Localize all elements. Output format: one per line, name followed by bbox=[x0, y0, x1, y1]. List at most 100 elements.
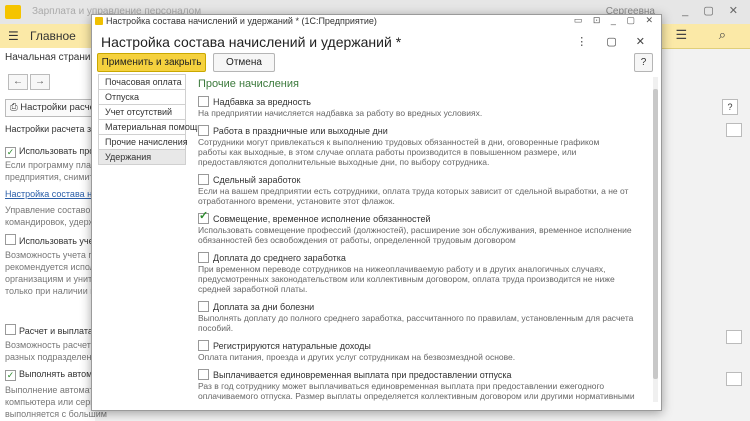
bg-right-control-3[interactable] bbox=[726, 372, 742, 386]
bg-right-control-2[interactable] bbox=[726, 330, 742, 344]
nav-item[interactable]: Почасовая оплата bbox=[98, 74, 186, 90]
bg-line-label: Выполнять автомат bbox=[19, 369, 102, 379]
menu-icon[interactable]: ☰ bbox=[8, 29, 19, 43]
printer-icon: ⎙ bbox=[10, 102, 21, 113]
option-checkbox-row[interactable]: Надбавка за вредность bbox=[198, 96, 643, 108]
option-label: Надбавка за вредность bbox=[213, 97, 311, 107]
option-item: Совмещение, временное исполнение обязанн… bbox=[198, 210, 643, 245]
forward-icon[interactable]: → bbox=[30, 74, 50, 90]
app-window-controls[interactable]: _ ▢ ✕ bbox=[682, 4, 744, 17]
option-checkbox[interactable] bbox=[198, 210, 209, 224]
option-checkbox-row[interactable]: Сдельный заработок bbox=[198, 174, 643, 186]
bg-setting-text: Настройки расчета зар bbox=[5, 124, 101, 134]
option-checkbox-row[interactable]: Доплата до среднего заработка bbox=[198, 252, 643, 264]
section-nav: Почасовая оплата Отпуска Учет отсутствий Ма… bbox=[98, 74, 202, 165]
settings-button[interactable]: ⎙ Настройки расчета bbox=[5, 99, 101, 117]
option-checkbox[interactable] bbox=[198, 369, 209, 380]
bg-line-label: Управление составом и bbox=[5, 205, 105, 215]
option-label: Доплата за дни болезни bbox=[213, 302, 315, 312]
option-checkbox[interactable] bbox=[198, 125, 209, 136]
option-description: На предприятии начисляется надбавка за р… bbox=[198, 108, 483, 118]
option-description: При временном переводе сотрудников на ни… bbox=[198, 264, 606, 274]
bg-setting-checkbox[interactable]: Расчет и выплата за bbox=[5, 324, 105, 336]
option-checkbox[interactable] bbox=[198, 301, 209, 312]
checkbox-icon[interactable]: ✓ bbox=[5, 147, 16, 158]
bg-line-label: Настройки расчета зар bbox=[5, 124, 102, 134]
option-description: средней заработной платы. bbox=[198, 284, 308, 294]
bg-setting-text: Возможность расчета и bbox=[5, 340, 103, 350]
bg-line-label: Возможность расчета и bbox=[5, 340, 104, 350]
option-checkbox-row[interactable]: Доплата за дни болезни bbox=[198, 301, 643, 313]
checkbox-icon[interactable]: ✓ bbox=[5, 370, 16, 381]
history-nav: ← → bbox=[8, 74, 52, 90]
settings-dialog: Настройка состава начислений и удержаний… bbox=[91, 14, 662, 411]
home-section[interactable]: Главное bbox=[30, 29, 76, 43]
nav-item[interactable]: Материальная помощь bbox=[98, 120, 202, 135]
option-checkbox-row[interactable]: Регистрируются натуральные доходы bbox=[198, 340, 643, 352]
bg-setting-text: компьютера или сервер bbox=[5, 397, 105, 407]
option-description: пособий. bbox=[198, 323, 234, 333]
content-scrollbar[interactable] bbox=[653, 77, 658, 402]
checkbox-icon[interactable] bbox=[5, 324, 16, 335]
nav-item[interactable]: Отпуска bbox=[98, 90, 186, 105]
option-label: Совмещение, временное исполнение обязанн… bbox=[213, 214, 431, 224]
dialog-window-controls[interactable]: ▭ ⊡ _ ▢ ✕ bbox=[574, 15, 657, 26]
nav-item[interactable]: Прочие начисления bbox=[98, 135, 188, 150]
option-checkbox[interactable] bbox=[198, 96, 209, 107]
cancel-button[interactable]: Отмена bbox=[213, 53, 275, 72]
nav-item[interactable]: Удержания bbox=[98, 150, 186, 165]
option-label: Сдельный заработок bbox=[213, 175, 301, 185]
bg-setting-text: Управление составом и bbox=[5, 205, 104, 215]
option-description: Оплата питания, проезда и других услуг с… bbox=[198, 352, 516, 362]
option-description: оплачиваемого отпуска. Размер выплаты оп… bbox=[198, 391, 635, 401]
option-label: Доплата до среднего заработка bbox=[213, 253, 346, 263]
bg-setting-text: рекомендуется использ bbox=[5, 262, 104, 272]
bg-setting-checkbox[interactable]: ✓ Использовать прогр bbox=[5, 146, 103, 158]
dialog-header-icons[interactable]: ⋮ ▢ ✕ bbox=[576, 35, 653, 48]
option-item: Регистрируются натуральные доходы Оплата … bbox=[198, 340, 643, 362]
option-description: Сотрудники могут привлекаться к выполнен… bbox=[198, 137, 600, 147]
dialog-header: Настройка состава начислений и удержаний… bbox=[101, 34, 402, 50]
app-logo-icon bbox=[5, 5, 21, 19]
option-description: Выполнять доплату до полного среднего за… bbox=[198, 313, 634, 323]
option-checkbox[interactable] bbox=[198, 252, 209, 263]
option-checkbox[interactable] bbox=[198, 340, 209, 351]
bg-line-label: командировок, удержан bbox=[5, 217, 105, 227]
option-item: Сдельный заработок Если на вашем предприя… bbox=[198, 174, 643, 206]
option-description: Раз в год сотруднику может выплачиваться… bbox=[198, 381, 605, 391]
option-checkbox[interactable] bbox=[198, 174, 209, 185]
bg-setting-text: командировок, удержан bbox=[5, 217, 105, 227]
help-button[interactable]: ? bbox=[634, 53, 653, 72]
settings-button-label: Настройки расчета bbox=[20, 102, 101, 113]
checkbox-icon[interactable] bbox=[5, 234, 16, 245]
bg-right-control-1[interactable] bbox=[726, 123, 742, 137]
bg-line-label: Использовать учет bbox=[19, 236, 98, 246]
nav-item[interactable]: Учет отсутствий bbox=[98, 105, 186, 120]
option-description: предусмотренных законодательством или ко… bbox=[198, 274, 615, 284]
option-description: Если на вашем предприятии есть сотрудник… bbox=[198, 186, 629, 196]
option-label: Регистрируются натуральные доходы bbox=[213, 341, 371, 351]
bg-line-label: Выполнение автомати bbox=[5, 385, 99, 395]
bg-setting-checkbox[interactable]: Использовать учет bbox=[5, 234, 97, 246]
section-title: Прочие начисления bbox=[198, 78, 299, 90]
option-description: Использовать совмещение профессий (должн… bbox=[198, 225, 632, 235]
bg-setting-checkbox[interactable]: ✓ Выполнять автомат bbox=[5, 369, 101, 381]
option-description: предоставляются дополнительные выходные … bbox=[198, 157, 490, 167]
option-item: Работа в праздничные или выходные дни Сот… bbox=[198, 125, 643, 167]
bg-line-label: компьютера или сервер bbox=[5, 397, 105, 407]
option-item: Доплата до среднего заработка При временн… bbox=[198, 252, 643, 294]
bg-setting-text: Выполнение автомати bbox=[5, 385, 99, 395]
option-checkbox-row[interactable]: Совмещение, временное исполнение обязанн… bbox=[198, 210, 643, 225]
option-checkbox-row[interactable]: Выплачивается единовременная выплата при… bbox=[198, 369, 643, 381]
option-description: документами. bbox=[198, 401, 643, 404]
bg-help-button[interactable]: ? bbox=[722, 99, 738, 115]
scroll-thumb[interactable] bbox=[653, 89, 658, 379]
start-page-tab[interactable]: Начальная страница bbox=[5, 52, 102, 63]
back-icon[interactable]: ← bbox=[8, 74, 28, 90]
option-label: Выплачивается единовременная выплата при… bbox=[213, 370, 512, 380]
option-item: Выплачивается единовременная выплата при… bbox=[198, 369, 643, 404]
option-checkbox-row[interactable]: Работа в праздничные или выходные дни bbox=[198, 125, 643, 137]
dialog-titlebar: Настройка состава начислений и удержаний… bbox=[92, 15, 661, 28]
apply-close-button[interactable]: Применить и закрыть bbox=[97, 53, 206, 72]
option-description: обязанностей без освобождения от работы,… bbox=[198, 235, 516, 245]
